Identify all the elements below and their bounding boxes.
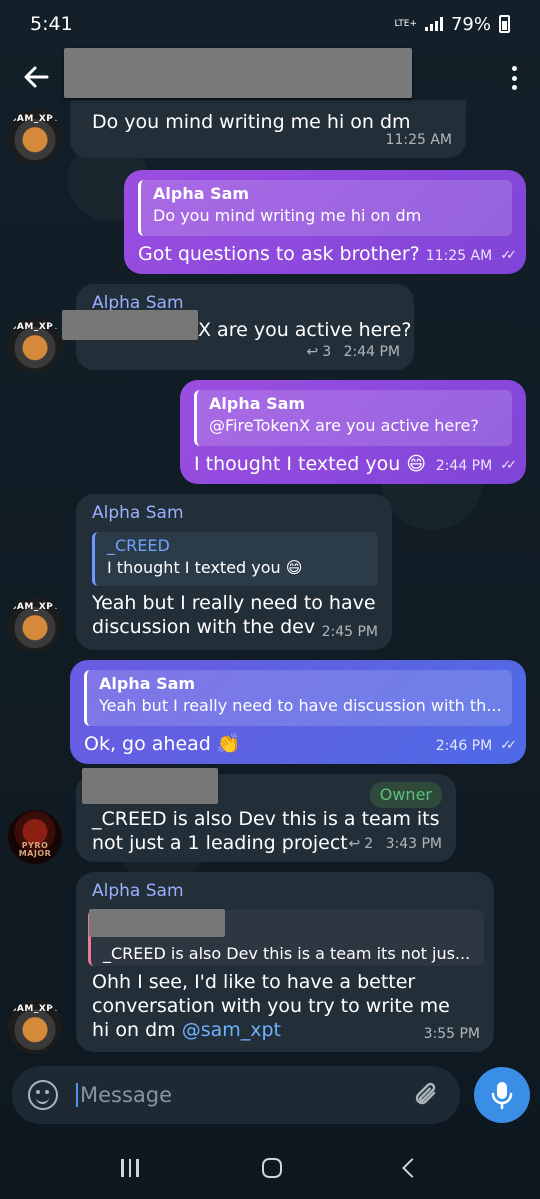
battery-icon xyxy=(499,15,510,33)
message-text-line: Ohh I see, I'd like to have a better xyxy=(92,971,416,993)
reply-sender: _CREED xyxy=(107,536,170,555)
home-icon[interactable] xyxy=(261,1157,282,1178)
reply-sender: Alpha Sam xyxy=(153,184,250,203)
status-bar: 5:41 LTE+ 79% xyxy=(0,0,540,48)
redacted-mention xyxy=(62,310,198,340)
avatar[interactable]: SAM_XPT xyxy=(8,598,62,652)
message-time: 3:55 PM xyxy=(423,1026,480,1042)
message-text-line: Yeah but I really need to have xyxy=(92,592,376,614)
more-vertical-icon[interactable] xyxy=(512,66,518,90)
system-nav-bar xyxy=(0,1136,540,1199)
outgoing-message[interactable]: Alpha Sam Do you mind writing me hi on d… xyxy=(124,170,526,274)
reply-count: 2 xyxy=(364,836,374,852)
reply-text: Yeah but I really need to have discussio… xyxy=(99,696,502,715)
avatar[interactable]: SAM_XPT xyxy=(8,318,62,372)
reply-text: I thought I texted you 😄 xyxy=(107,558,303,577)
message-time: ↩ 2 3:43 PM xyxy=(348,832,442,856)
reply-count-icon: ↩ xyxy=(306,344,319,360)
nav-back-icon[interactable] xyxy=(401,1157,422,1178)
microphone-icon xyxy=(491,1082,513,1110)
incoming-message[interactable]: Alpha Sam X are you active here? ↩ 3 2:44… xyxy=(62,284,414,370)
avatar[interactable]: PYRO MAJOR xyxy=(8,810,62,864)
recent-apps-icon[interactable] xyxy=(121,1158,139,1177)
message-time: 2:46 PM ✓✓ xyxy=(436,734,517,758)
mention-link[interactable]: @sam_xpt xyxy=(182,1019,281,1041)
message-composer xyxy=(12,1066,460,1124)
reply-preview[interactable]: _CREED I thought I texted you 😄 xyxy=(92,532,378,586)
incoming-message[interactable]: Alpha Sam _CREED I thought I texted you … xyxy=(76,494,392,650)
reply-sender: Alpha Sam xyxy=(99,674,196,693)
microphone-button[interactable] xyxy=(474,1067,530,1123)
sender-name[interactable]: Alpha Sam xyxy=(92,880,184,902)
message-text: Got questions to ask brother? xyxy=(138,243,420,265)
outgoing-message[interactable]: Alpha Sam @FireTokenX are you active her… xyxy=(180,380,526,484)
paperclip-icon[interactable] xyxy=(410,1078,444,1112)
incoming-message[interactable]: Do you mind writing me hi on dm 11:25 AM xyxy=(70,100,466,158)
reply-preview[interactable]: Alpha Sam @FireTokenX are you active her… xyxy=(194,390,512,446)
message-text-line: discussion with the dev xyxy=(92,616,316,638)
read-ticks-icon: ✓✓ xyxy=(500,248,517,263)
incoming-message[interactable]: Owner _CREED is also Dev this is a team … xyxy=(76,768,456,862)
reply-text: Do you mind writing me hi on dm xyxy=(153,206,422,225)
reply-sender: Alpha Sam xyxy=(209,394,306,413)
reply-text: _CREED is also Dev this is a team its no… xyxy=(103,944,471,963)
outgoing-message[interactable]: Alpha Sam Yeah but I really need to have… xyxy=(70,660,526,764)
reply-preview[interactable]: Alpha Sam Yeah but I really need to have… xyxy=(84,670,512,726)
reply-count: 3 xyxy=(322,344,332,360)
message-text: Ok, go ahead 👏 xyxy=(84,733,241,755)
message-text-line: not just a 1 leading project xyxy=(92,832,348,854)
message-time: ↩ 3 2:44 PM xyxy=(306,340,400,364)
redacted-sender-name xyxy=(82,768,218,804)
chat-header xyxy=(0,48,540,106)
message-time: 2:44 PM ✓✓ xyxy=(436,454,517,478)
message-text-line: _CREED is also Dev this is a team its xyxy=(92,808,440,830)
message-time: 11:25 AM ✓✓ xyxy=(426,244,517,268)
reply-preview[interactable]: _CREED is also Dev this is a team its no… xyxy=(88,909,484,966)
reply-preview[interactable]: Alpha Sam Do you mind writing me hi on d… xyxy=(138,180,512,236)
owner-badge: Owner xyxy=(369,782,442,808)
battery-percent: 79% xyxy=(450,13,491,35)
message-time: 2:45 PM xyxy=(321,624,378,640)
back-arrow-icon[interactable] xyxy=(18,59,54,95)
signal-icon xyxy=(424,17,443,31)
message-text: X are you active here? xyxy=(198,319,412,341)
read-ticks-icon: ✓✓ xyxy=(500,458,517,473)
status-time: 5:41 xyxy=(30,13,73,35)
message-text: I thought I texted you 😄 xyxy=(194,453,427,475)
message-time: 11:25 AM xyxy=(385,132,452,148)
message-input[interactable] xyxy=(76,1083,410,1107)
message-text-line: conversation with you try to write me xyxy=(92,995,450,1017)
status-icons: LTE+ 79% xyxy=(394,14,510,35)
read-ticks-icon: ✓✓ xyxy=(500,738,517,753)
avatar[interactable]: SAM_XPT xyxy=(8,110,62,164)
avatar[interactable]: SAM_XPT xyxy=(8,1000,62,1054)
sender-name[interactable]: Alpha Sam xyxy=(92,502,184,524)
reply-text: @FireTokenX are you active here? xyxy=(209,416,479,435)
message-text-line: hi on dm @sam_xpt xyxy=(92,1019,281,1041)
incoming-message[interactable]: Alpha Sam _CREED is also Dev this is a t… xyxy=(76,872,494,1052)
chat-title-redacted[interactable] xyxy=(64,48,412,98)
reply-count-icon: ↩ xyxy=(348,836,361,852)
network-type: LTE+ xyxy=(394,19,417,29)
redacted-reply-sender xyxy=(89,909,225,937)
emoji-icon[interactable] xyxy=(28,1080,58,1110)
